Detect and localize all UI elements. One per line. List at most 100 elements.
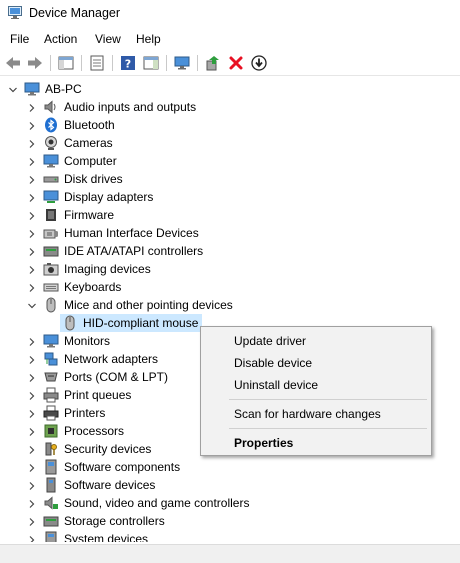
chevron-right-icon[interactable]: [27, 264, 37, 274]
tree-item-hid[interactable]: Human Interface Devices: [0, 224, 460, 242]
back-arrow-icon[interactable]: [4, 54, 22, 72]
menu-item-label: Scan for hardware changes: [234, 407, 381, 421]
bluetooth-icon: [43, 117, 59, 133]
disk-drive-icon: [43, 171, 59, 187]
chevron-right-icon[interactable]: [27, 246, 37, 256]
tree-item-storage-controllers[interactable]: Storage controllers: [0, 512, 460, 530]
print-queue-icon: [43, 387, 59, 403]
monitor-icon[interactable]: [173, 54, 191, 72]
menu-item-scan-hardware[interactable]: Scan for hardware changes: [201, 403, 431, 425]
tree-item-software-components[interactable]: Software components: [0, 458, 460, 476]
chevron-right-icon[interactable]: [27, 282, 37, 292]
toolbar-separator: [197, 55, 198, 71]
tree-item-display-adapters[interactable]: Display adapters: [0, 188, 460, 206]
tree-item-software-devices[interactable]: Software devices: [0, 476, 460, 494]
chevron-down-icon[interactable]: [27, 300, 37, 310]
properties-sheet-icon[interactable]: [88, 54, 106, 72]
monitor-icon: [43, 333, 59, 349]
menu-separator: [229, 399, 427, 400]
storage-controller-icon: [43, 513, 59, 529]
tree-item-label: Network adapters: [64, 352, 159, 366]
tree-item-keyboards[interactable]: Keyboards: [0, 278, 460, 296]
chevron-right-icon[interactable]: [27, 138, 37, 148]
tree-item-ide[interactable]: IDE ATA/ATAPI controllers: [0, 242, 460, 260]
device-tree: AB-PC Audio inputs and outputs Bluetooth…: [0, 80, 460, 542]
menu-item-uninstall-device[interactable]: Uninstall device: [201, 374, 431, 396]
tree-item-disk-drives[interactable]: Disk drives: [0, 170, 460, 188]
tree-item-label: Cameras: [64, 136, 113, 150]
chevron-right-icon[interactable]: [27, 480, 37, 490]
menu-bar: File Action View Help: [0, 29, 460, 49]
menu-help[interactable]: Help: [136, 32, 161, 46]
chevron-right-icon[interactable]: [27, 102, 37, 112]
menu-item-label: Disable device: [234, 356, 313, 370]
status-bar: [0, 544, 460, 563]
tree-root[interactable]: AB-PC: [0, 80, 460, 98]
chevron-right-icon[interactable]: [27, 372, 37, 382]
chevron-right-icon[interactable]: [27, 444, 37, 454]
menu-item-disable-device[interactable]: Disable device: [201, 352, 431, 374]
chevron-right-icon[interactable]: [27, 228, 37, 238]
tree-item-label: Human Interface Devices: [64, 226, 199, 240]
menu-file[interactable]: File: [10, 32, 29, 46]
tree-item-firmware[interactable]: Firmware: [0, 206, 460, 224]
forward-arrow-icon[interactable]: [26, 54, 44, 72]
security-device-icon: [43, 441, 59, 457]
tree-item-bluetooth[interactable]: Bluetooth: [0, 116, 460, 134]
chevron-right-icon[interactable]: [27, 426, 37, 436]
help-icon[interactable]: ?: [119, 54, 137, 72]
system-device-icon: [43, 531, 59, 542]
menu-item-label: Properties: [234, 436, 294, 450]
menu-action[interactable]: Action: [44, 32, 77, 46]
menu-item-update-driver[interactable]: Update driver: [201, 330, 431, 352]
chevron-right-icon[interactable]: [27, 210, 37, 220]
chevron-right-icon[interactable]: [27, 498, 37, 508]
chevron-down-icon[interactable]: [8, 84, 18, 94]
chevron-right-icon[interactable]: [27, 156, 37, 166]
tree-item-label: Software devices: [64, 478, 156, 492]
tree-item-label: Keyboards: [64, 280, 122, 294]
tree-item-label: Bluetooth: [64, 118, 115, 132]
tree-item-imaging[interactable]: Imaging devices: [0, 260, 460, 278]
chevron-right-icon[interactable]: [27, 354, 37, 364]
tree-item-label: Imaging devices: [64, 262, 151, 276]
chevron-right-icon[interactable]: [27, 174, 37, 184]
menu-item-properties[interactable]: Properties: [201, 432, 431, 454]
action-pane-icon[interactable]: [142, 54, 160, 72]
toolbar-separator: [50, 55, 51, 71]
tree-item-label: Monitors: [64, 334, 111, 348]
tree-item-label: Software components: [64, 460, 181, 474]
mouse-icon: [62, 315, 78, 331]
computer-icon: [24, 81, 40, 97]
software-device-icon: [43, 477, 59, 493]
chevron-right-icon[interactable]: [27, 120, 37, 130]
tree-item-computer[interactable]: Computer: [0, 152, 460, 170]
download-icon[interactable]: [250, 54, 268, 72]
chevron-right-icon[interactable]: [27, 192, 37, 202]
tree-item-label: System devices: [64, 532, 149, 542]
chevron-right-icon[interactable]: [27, 336, 37, 346]
toolbar: ?: [0, 51, 460, 76]
chevron-right-icon[interactable]: [27, 462, 37, 472]
tree-root-label: AB-PC: [45, 82, 82, 96]
chevron-right-icon[interactable]: [27, 408, 37, 418]
tree-item-cameras[interactable]: Cameras: [0, 134, 460, 152]
computer-icon: [43, 153, 59, 169]
ide-controller-icon: [43, 243, 59, 259]
display-adapter-icon: [43, 189, 59, 205]
window-title: Device Manager: [29, 6, 121, 20]
toolbar-separator: [166, 55, 167, 71]
chevron-right-icon[interactable]: [27, 516, 37, 526]
tree-item-system-devices[interactable]: System devices: [0, 530, 460, 542]
update-driver-icon[interactable]: [204, 54, 222, 72]
tree-item-label: Firmware: [64, 208, 114, 222]
tree-item-mice[interactable]: Mice and other pointing devices: [0, 296, 460, 314]
chevron-right-icon[interactable]: [27, 390, 37, 400]
menu-view[interactable]: View: [95, 32, 121, 46]
tree-item-audio[interactable]: Audio inputs and outputs: [0, 98, 460, 116]
tree-item-sound-video-game[interactable]: Sound, video and game controllers: [0, 494, 460, 512]
show-hide-console-tree-icon[interactable]: [57, 54, 75, 72]
chevron-right-icon[interactable]: [27, 534, 37, 542]
uninstall-device-icon[interactable]: [227, 54, 245, 72]
tree-item-label: Printers: [64, 406, 106, 420]
